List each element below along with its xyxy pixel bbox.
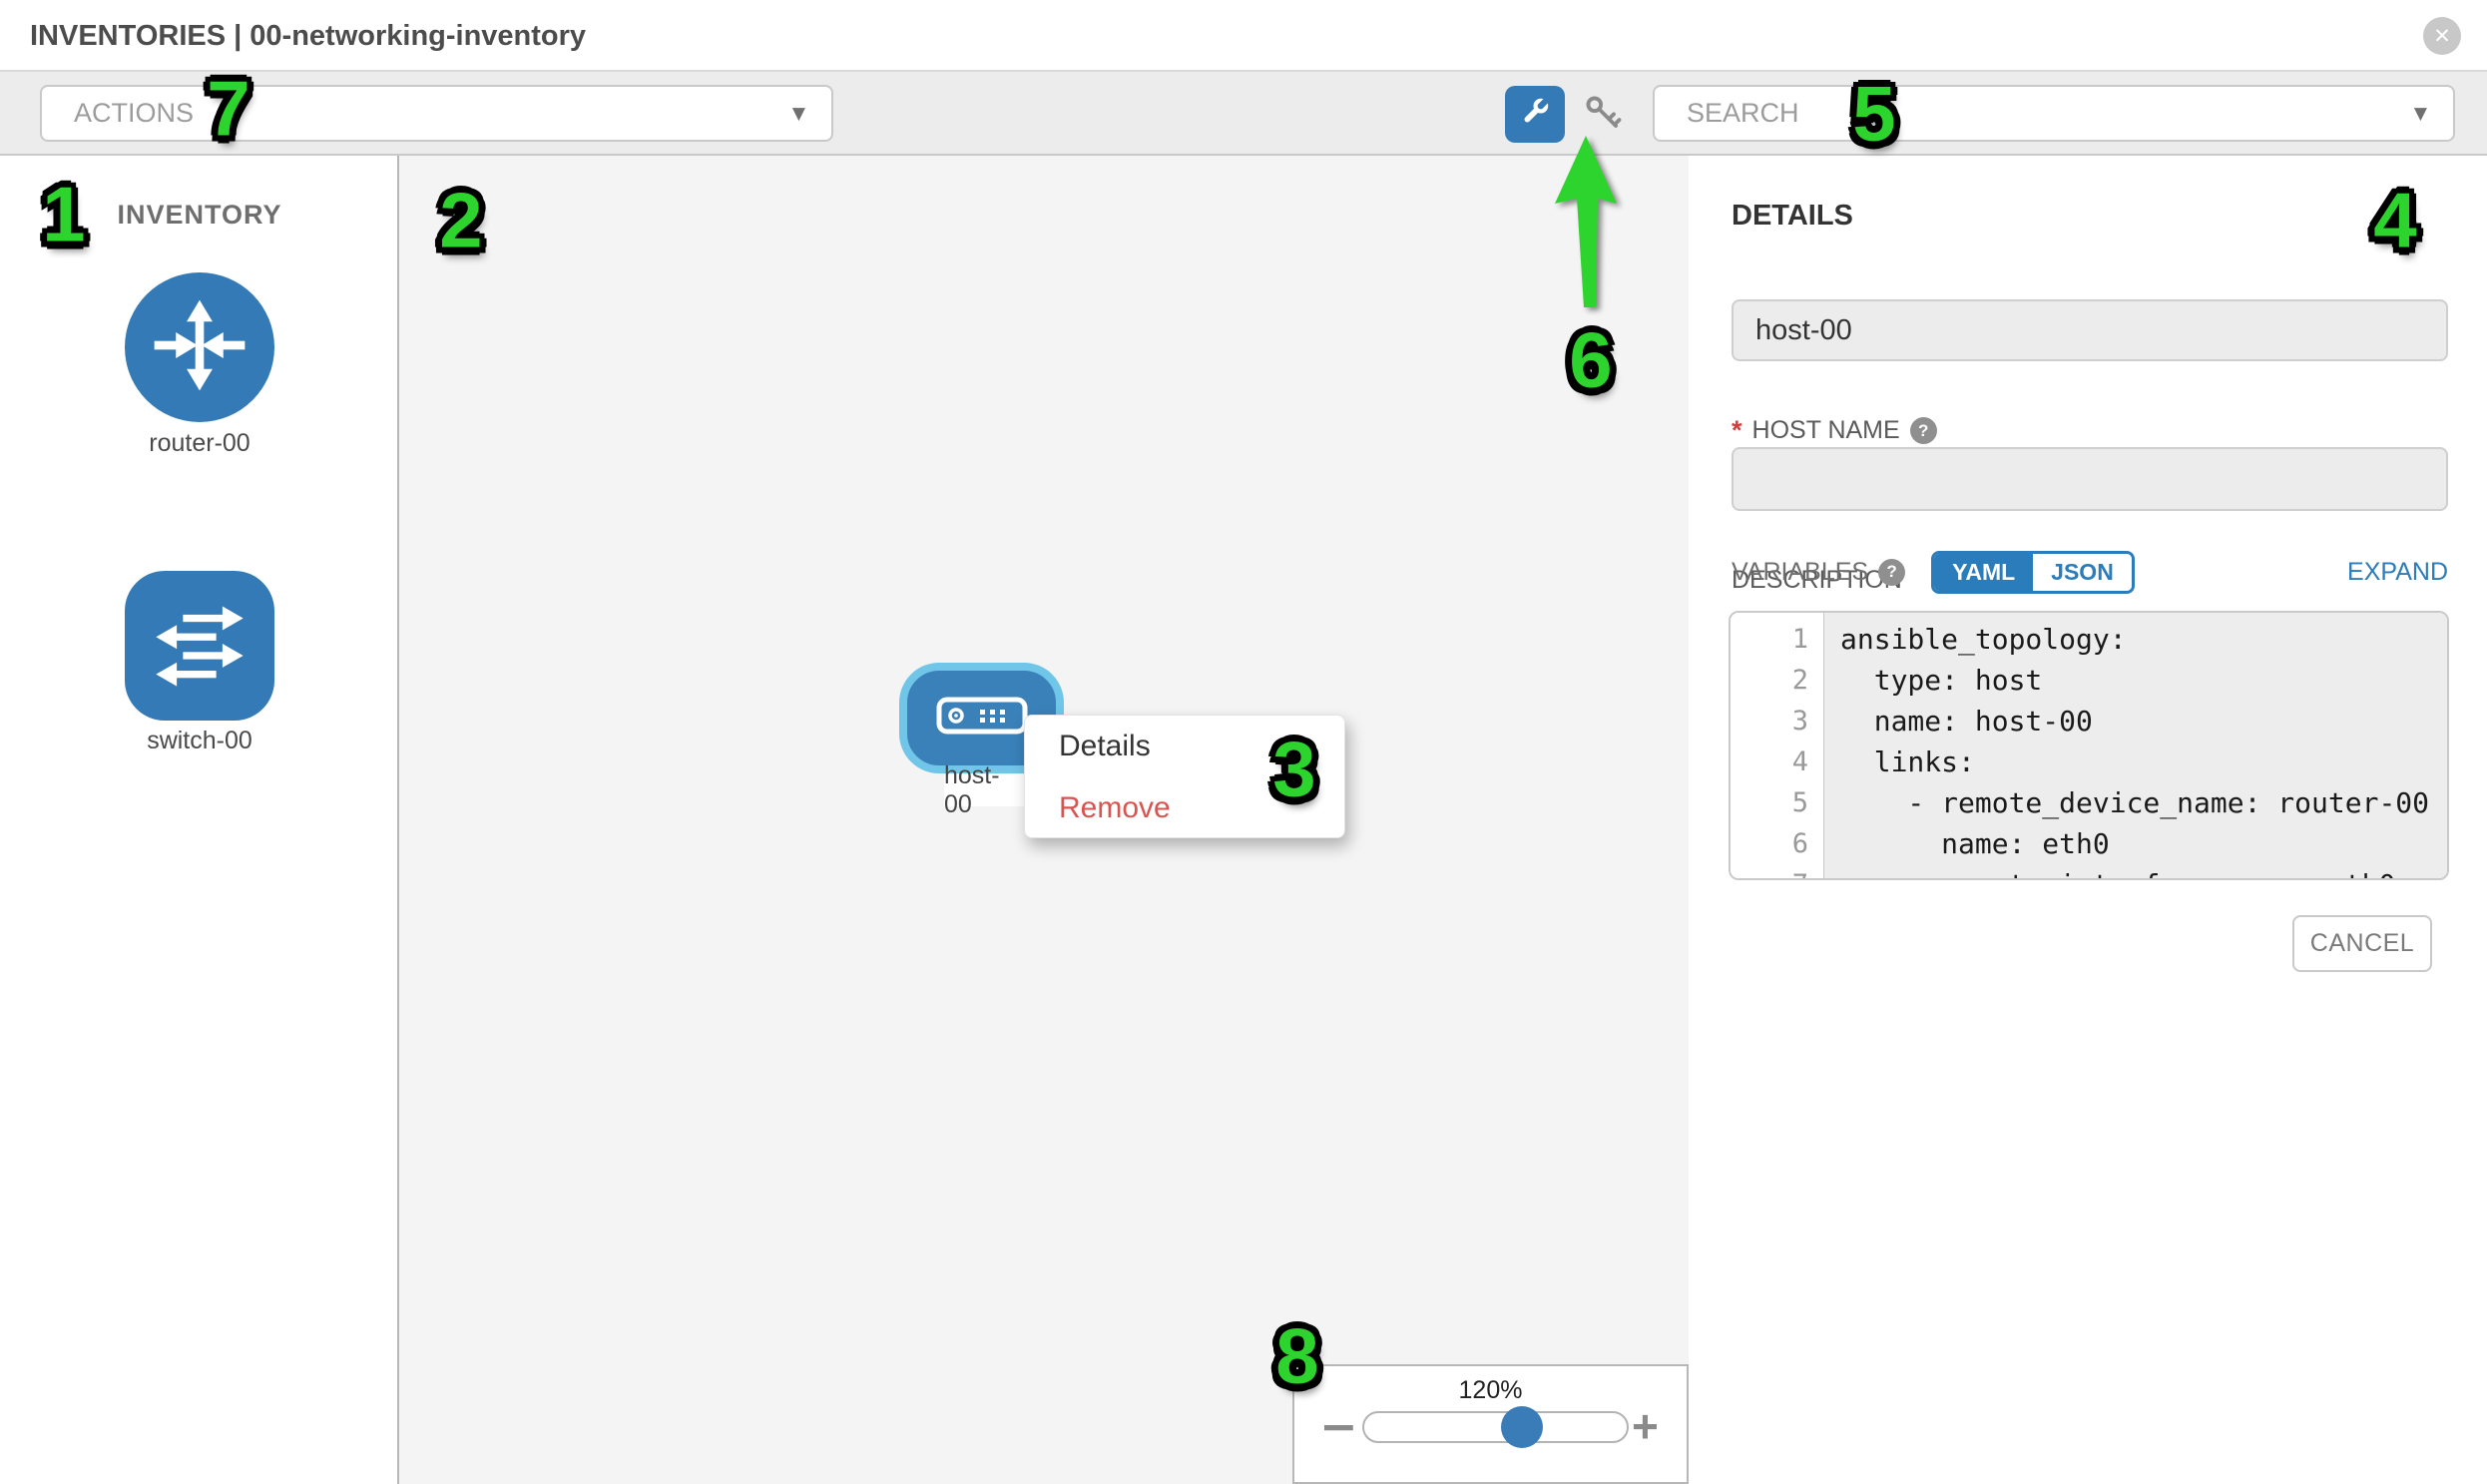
topology-canvas[interactable]: host-00 Details Remove 120% − + bbox=[399, 156, 1689, 1484]
toolbar-key-button[interactable] bbox=[1581, 93, 1625, 137]
host-node-label: host-00 bbox=[944, 774, 1026, 806]
zoom-slider-track[interactable] bbox=[1362, 1411, 1629, 1443]
switch-icon bbox=[148, 592, 251, 701]
host-icon bbox=[936, 697, 1028, 740]
code-line: name: eth0 bbox=[1840, 823, 2447, 864]
search-placeholder: SEARCH bbox=[1687, 98, 1799, 129]
close-icon: ✕ bbox=[2433, 24, 2451, 48]
key-icon bbox=[1581, 91, 1625, 140]
line-number: 2 bbox=[1731, 660, 1823, 701]
line-number: 7 bbox=[1731, 864, 1823, 880]
wrench-icon bbox=[1516, 93, 1554, 136]
router-icon bbox=[146, 291, 253, 404]
chevron-down-icon: ▼ bbox=[2414, 104, 2427, 124]
zoom-control: 120% − + bbox=[1292, 1364, 1689, 1484]
zoom-out-button[interactable]: − bbox=[1319, 1396, 1358, 1456]
description-input[interactable] bbox=[1732, 447, 2448, 511]
code-line: name: host-00 bbox=[1840, 701, 2447, 742]
toggle-yaml[interactable]: YAML bbox=[1934, 554, 2033, 591]
device-switch[interactable] bbox=[125, 571, 274, 721]
context-menu-item-remove[interactable]: Remove bbox=[1025, 777, 1344, 839]
line-number: 5 bbox=[1731, 782, 1823, 823]
code-gutter: 1 2 3 4 5 6 7 bbox=[1731, 613, 1824, 878]
line-number: 4 bbox=[1731, 742, 1823, 782]
page-title: INVENTORIES | 00-networking-inventory bbox=[30, 20, 586, 53]
details-panel: DETAILS * HOST NAME ? DESCRIPTION VARIAB… bbox=[1689, 156, 2487, 1484]
host-name-label-row: * HOST NAME ? bbox=[1732, 415, 1937, 446]
variables-row: VARIABLES ? YAML JSON EXPAND bbox=[1732, 546, 2448, 598]
inventory-panel-title: INVENTORY bbox=[0, 200, 399, 231]
code-line: links: bbox=[1840, 742, 2447, 782]
variables-code-editor[interactable]: 1 2 3 4 5 6 7 ansible_topology: type: ho… bbox=[1729, 611, 2449, 880]
close-button[interactable]: ✕ bbox=[2423, 17, 2461, 55]
code-line: type: host bbox=[1840, 660, 2447, 701]
cancel-button[interactable]: CANCEL bbox=[2292, 915, 2432, 972]
code-line: - remote_device_name: router-00 bbox=[1840, 782, 2447, 823]
line-number: 6 bbox=[1731, 823, 1823, 864]
help-icon[interactable]: ? bbox=[1878, 559, 1905, 586]
code-content[interactable]: ansible_topology: type: host name: host-… bbox=[1824, 613, 2447, 878]
required-marker: * bbox=[1732, 415, 1742, 446]
toolbar: ACTIONS ▼ SEARCH ▼ bbox=[0, 72, 2487, 156]
chevron-down-icon: ▼ bbox=[792, 104, 805, 124]
host-name-label: HOST NAME bbox=[1752, 416, 1900, 445]
zoom-slider-handle[interactable] bbox=[1501, 1406, 1543, 1448]
help-icon[interactable]: ? bbox=[1910, 417, 1937, 444]
inventory-panel: INVENTORY router-00 bbox=[0, 156, 399, 1484]
search-dropdown[interactable]: SEARCH ▼ bbox=[1653, 85, 2455, 142]
details-panel-title: DETAILS bbox=[1732, 200, 1853, 233]
variables-format-toggle: YAML JSON bbox=[1931, 551, 2135, 594]
variables-label: VARIABLES bbox=[1732, 558, 1868, 587]
device-switch-label: switch-00 bbox=[0, 727, 399, 755]
context-menu-item-details[interactable]: Details bbox=[1025, 716, 1344, 777]
page-header: INVENTORIES | 00-networking-inventory ✕ bbox=[0, 0, 2487, 72]
line-number: 1 bbox=[1731, 619, 1823, 660]
actions-dropdown-label: ACTIONS bbox=[74, 98, 194, 129]
toolbar-tools-button[interactable] bbox=[1505, 86, 1565, 143]
zoom-in-button[interactable]: + bbox=[1632, 1396, 1659, 1456]
line-number: 3 bbox=[1731, 701, 1823, 742]
toggle-json[interactable]: JSON bbox=[2033, 554, 2132, 591]
device-router[interactable] bbox=[125, 272, 274, 422]
device-router-label: router-00 bbox=[0, 429, 399, 458]
actions-dropdown[interactable]: ACTIONS ▼ bbox=[40, 85, 833, 142]
code-line: remote_interface_name: eth0 bbox=[1840, 864, 2447, 880]
context-menu: Details Remove bbox=[1024, 715, 1345, 838]
expand-link[interactable]: EXPAND bbox=[2347, 558, 2448, 587]
app-root: { "colors": { "accent_blue": "#337ab7", … bbox=[0, 0, 2487, 1484]
code-line: ansible_topology: bbox=[1840, 619, 2447, 660]
host-name-input[interactable] bbox=[1732, 299, 2448, 361]
